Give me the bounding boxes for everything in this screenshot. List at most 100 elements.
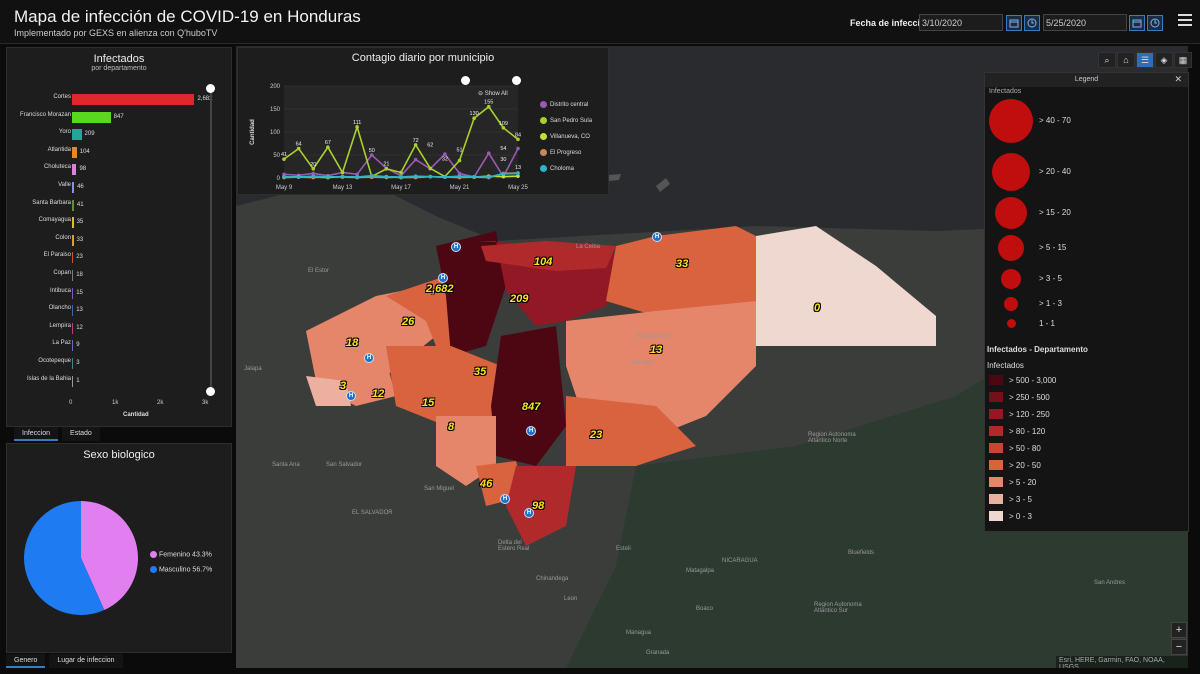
bar[interactable] [72,340,74,352]
tab-lugar-de-infeccion[interactable]: Lugar de infeccion [49,654,123,668]
zoom-out-button[interactable]: − [1171,639,1187,655]
calendar-icon[interactable] [1129,15,1145,31]
slider-handle[interactable] [206,387,215,396]
bar-row[interactable]: Islas de la Bahia 1 [7,374,233,389]
show-all-button[interactable]: ⊖ Show All [478,90,508,97]
bar-row[interactable]: Copan 18 [7,268,233,283]
data-point[interactable] [384,167,389,171]
data-point[interactable] [282,174,286,179]
data-point[interactable] [326,175,330,179]
bar[interactable] [72,182,75,193]
tab-estado[interactable]: Estado [62,427,100,441]
hospital-icon[interactable]: H [346,391,356,401]
bar[interactable] [72,146,77,158]
line-legend-item[interactable]: Villanueva, CO [540,133,590,140]
hospital-icon[interactable]: H [364,353,374,363]
hospital-icon[interactable]: H [438,273,448,283]
line-legend-item[interactable]: San Pedro Sula [540,117,592,124]
bar[interactable] [72,217,74,229]
bar-row[interactable]: Olancho 13 [7,303,233,318]
bar-row[interactable]: Ocotepeque 3 [7,356,233,371]
slider-handle[interactable] [206,84,215,93]
bar[interactable] [72,358,74,369]
bar-row[interactable]: Choluteca 98 [7,162,233,177]
data-point[interactable] [340,174,345,179]
bar[interactable] [72,94,195,105]
data-point[interactable] [486,175,491,179]
data-point[interactable] [413,157,418,162]
data-point[interactable] [486,151,491,155]
hospital-icon[interactable]: H [451,242,461,252]
date-from-input[interactable]: 3/10/2020 [919,14,1003,31]
data-point[interactable] [311,174,316,178]
bar-row[interactable]: Intibuca 15 [7,286,233,301]
hospital-icon[interactable]: H [526,426,536,436]
line-legend-item[interactable]: Distrito central [540,101,588,108]
data-point[interactable] [413,174,418,178]
data-point[interactable] [369,173,374,178]
bar-row[interactable]: Cortes 2,682 [7,92,233,107]
bar[interactable] [72,375,74,387]
data-point[interactable] [428,166,433,171]
bar-row[interactable]: Lempira 12 [7,321,233,336]
hospital-icon[interactable]: H [652,232,662,242]
slider-handle[interactable] [461,76,470,85]
search-icon[interactable]: ⌕ [1098,52,1116,68]
bar[interactable] [72,129,82,141]
bar-row[interactable]: Atlantida 104 [7,145,233,160]
menu-icon[interactable] [1178,14,1192,29]
bar[interactable] [72,322,74,334]
data-point[interactable] [340,170,345,175]
legend-icon[interactable]: ☰ [1136,52,1154,68]
bar-row[interactable]: El Paraiso 23 [7,250,233,265]
line-legend-item[interactable]: Choloma [540,165,574,172]
bar-row[interactable]: Comayagua 35 [7,215,233,230]
data-point[interactable] [384,174,389,179]
bar[interactable] [72,164,77,176]
legend-label: Masculino [158,566,191,574]
line-legend-item[interactable]: El Progreso [540,149,581,156]
data-point[interactable] [428,174,433,179]
data-point[interactable] [516,146,520,151]
zoom-in-button[interactable]: + [1171,622,1187,638]
bar[interactable] [72,199,74,211]
bar-row[interactable]: Valle 46 [7,180,233,195]
data-point[interactable] [399,170,403,175]
bar[interactable] [72,305,74,317]
data-point[interactable] [355,175,359,179]
layers-icon[interactable]: ◈ [1155,52,1173,68]
bar-category-label: Santa Barbara [32,199,71,206]
home-icon[interactable]: ⌂ [1117,52,1135,68]
hospital-icon[interactable]: H [524,508,534,518]
data-point[interactable] [472,174,476,179]
calendar-icon[interactable] [1006,15,1022,31]
data-point[interactable] [457,174,462,178]
clock-icon[interactable] [1147,15,1163,31]
bar-row[interactable]: Francisco Morazan 847 [7,110,233,125]
tab-infeccion[interactable]: Infeccion [14,427,59,441]
data-point[interactable] [443,175,447,179]
basemap-icon[interactable]: ▦ [1174,52,1192,68]
data-point[interactable] [501,172,506,176]
data-point[interactable] [296,175,301,179]
hospital-icon[interactable]: H [500,494,510,504]
legend-circle-header: Infectados [989,88,1022,95]
slider-handle[interactable] [512,76,521,85]
date-to-input[interactable]: 5/25/2020 [1043,14,1127,31]
bar[interactable] [72,252,74,264]
bar[interactable] [72,287,74,299]
tab-genero[interactable]: Genero [6,654,46,668]
bar-row[interactable]: Yoro 209 [7,127,233,142]
data-point[interactable] [516,171,520,176]
data-point[interactable] [457,158,462,163]
bar-row[interactable]: La Paz 9 [7,338,233,353]
bar-row[interactable]: Colon 33 [7,233,233,248]
bar[interactable] [72,270,74,281]
point-label: 32 [442,156,448,162]
data-point[interactable] [399,175,403,179]
bar-row[interactable]: Santa Barbara 41 [7,198,233,213]
close-icon[interactable]: ✕ [1174,74,1182,85]
bar[interactable] [72,111,111,123]
clock-icon[interactable] [1024,15,1040,31]
bar[interactable] [72,234,74,246]
